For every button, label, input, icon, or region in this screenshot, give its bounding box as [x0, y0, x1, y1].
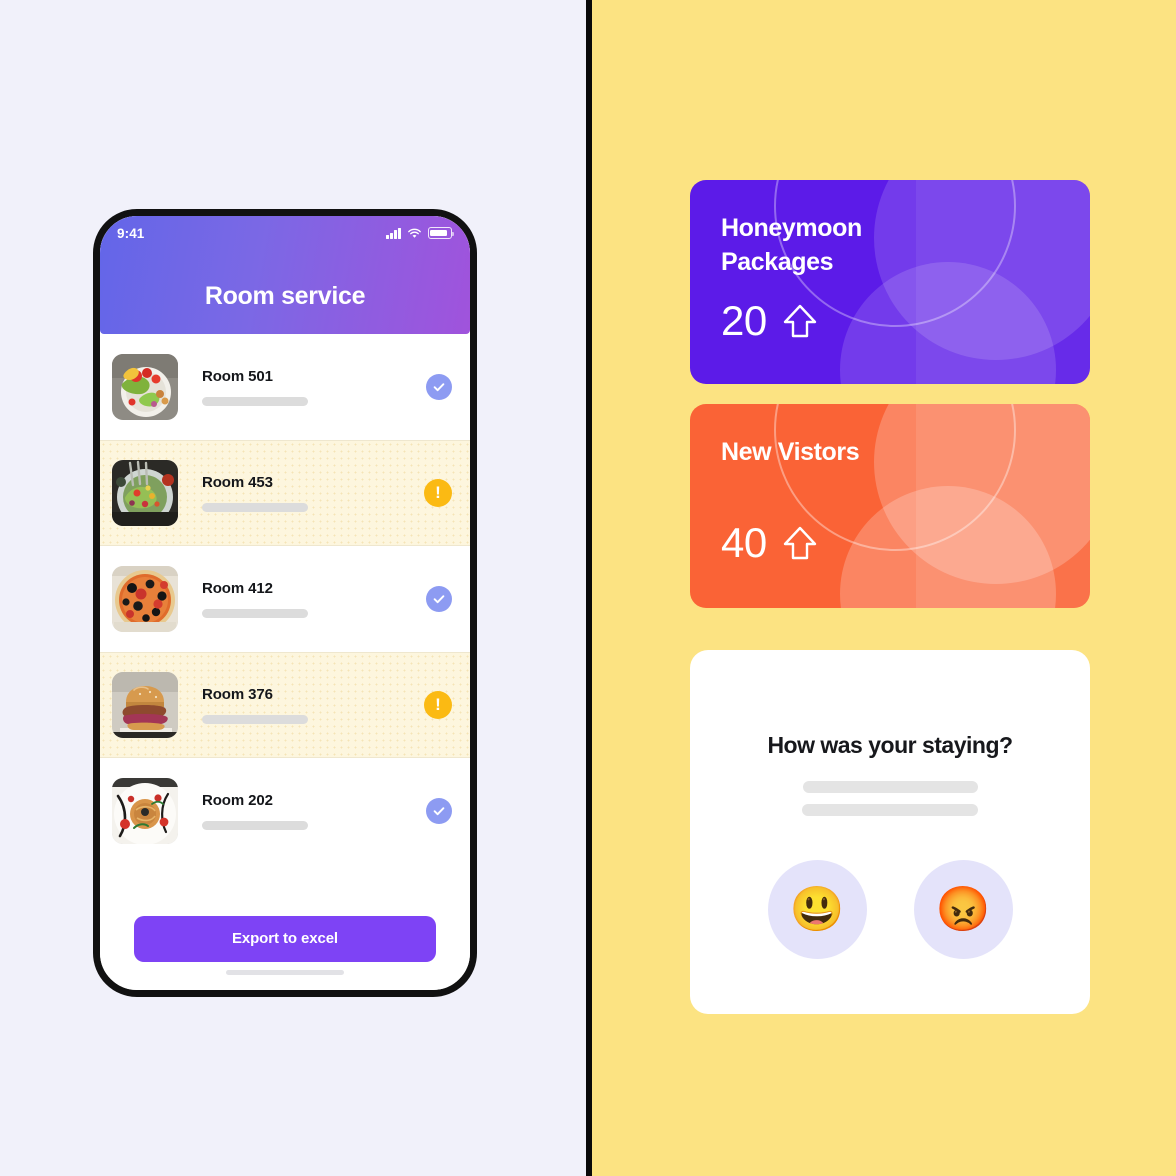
placeholder-bar — [202, 397, 308, 406]
green-salad-plate-photo — [112, 460, 178, 526]
exclamation-glyph: ! — [435, 483, 441, 502]
panel-divider — [586, 0, 592, 1176]
placeholder-bar — [202, 715, 308, 724]
right-panel: Honeymoon Packages 20 New Vistors 40 How… — [592, 0, 1176, 1176]
card-content: New Vistors 40 — [690, 404, 1090, 564]
card-title: Honeymoon Packages — [721, 214, 862, 276]
placeholder-bar — [802, 781, 978, 793]
pasta-plate-photo — [112, 778, 178, 844]
list-item-meta: Room 501 — [178, 368, 426, 406]
placeholder-bar — [202, 609, 308, 618]
grinning-face-emoji: 😃 — [789, 884, 845, 934]
room-name: Room 453 — [202, 474, 273, 491]
pizza-photo — [112, 566, 178, 632]
room-service-list: Room 501 Room 453 ! Room 412 Room 376 ! … — [100, 334, 470, 882]
burger-photo — [112, 672, 178, 738]
status-bar: 9:41 — [100, 216, 470, 250]
placeholder-bar — [802, 804, 978, 816]
battery-icon — [428, 227, 454, 239]
exclamation-glyph: ! — [435, 695, 441, 714]
feedback-placeholder-text — [690, 781, 1090, 816]
room-name: Room 376 — [202, 686, 273, 703]
alert-circle-icon[interactable]: ! — [424, 691, 452, 719]
list-item[interactable]: Room 453 ! — [100, 440, 470, 546]
list-item-meta: Room 453 — [178, 474, 424, 512]
check-circle-icon[interactable] — [426, 586, 452, 612]
export-to-excel-button[interactable]: Export to excel — [134, 915, 436, 962]
wifi-icon — [408, 228, 421, 238]
check-circle-icon[interactable] — [426, 798, 452, 824]
angry-face-emoji: 😡 — [935, 884, 991, 934]
card-figure: 20 — [721, 296, 1090, 344]
status-bar-time: 9:41 — [117, 225, 145, 241]
arrow-up-icon — [783, 526, 816, 559]
cellular-signal-icon — [386, 227, 401, 239]
list-item-meta: Room 412 — [178, 580, 426, 618]
list-item[interactable]: Room 376 ! — [100, 652, 470, 758]
list-item-meta: Room 202 — [178, 792, 426, 830]
room-name: Room 202 — [202, 792, 273, 809]
salad-bowl-photo — [112, 354, 178, 420]
arrow-up-icon — [783, 304, 816, 337]
screenshot-root: 9:41 Room service Room 501 Room 453 ! Ro… — [0, 0, 1176, 1176]
angry-face-emoji-button[interactable]: 😡 — [913, 860, 1013, 959]
room-name: Room 501 — [202, 368, 273, 385]
list-item[interactable]: Room 202 — [100, 758, 470, 864]
phone-mockup: 9:41 Room service Room 501 Room 453 ! Ro… — [93, 209, 477, 997]
check-circle-icon[interactable] — [426, 374, 452, 400]
feedback-options: 😃 😡 — [690, 860, 1090, 959]
home-indicator[interactable] — [226, 970, 344, 976]
honeymoon-packages-card[interactable]: Honeymoon Packages 20 — [690, 180, 1090, 384]
room-name: Room 412 — [202, 580, 273, 597]
phone-screen: 9:41 Room service Room 501 Room 453 ! Ro… — [100, 216, 470, 990]
alert-circle-icon[interactable]: ! — [424, 479, 452, 507]
app-header: 9:41 Room service — [100, 216, 470, 334]
page-title: Room service — [204, 282, 366, 310]
home-indicator-zone — [100, 962, 470, 991]
list-item[interactable]: Room 501 — [100, 334, 470, 440]
card-value: 40 — [721, 518, 767, 566]
status-bar-icons — [386, 227, 454, 239]
new-visitors-card[interactable]: New Vistors 40 — [690, 404, 1090, 608]
export-section: Export to excel — [100, 882, 470, 962]
placeholder-bar — [202, 821, 308, 830]
list-item-meta: Room 376 — [178, 686, 424, 724]
card-content: Honeymoon Packages 20 — [690, 180, 1090, 342]
feedback-card: How was your staying? 😃 😡 — [690, 650, 1090, 1014]
grinning-face-emoji-button[interactable]: 😃 — [767, 860, 867, 959]
card-figure: 40 — [721, 518, 1090, 566]
feedback-title: How was your staying? — [767, 732, 1013, 758]
left-panel: 9:41 Room service Room 501 Room 453 ! Ro… — [0, 0, 586, 1176]
card-title: New Vistors — [721, 438, 860, 466]
placeholder-bar — [202, 503, 308, 512]
card-value: 20 — [721, 296, 767, 344]
list-item[interactable]: Room 412 — [100, 546, 470, 652]
